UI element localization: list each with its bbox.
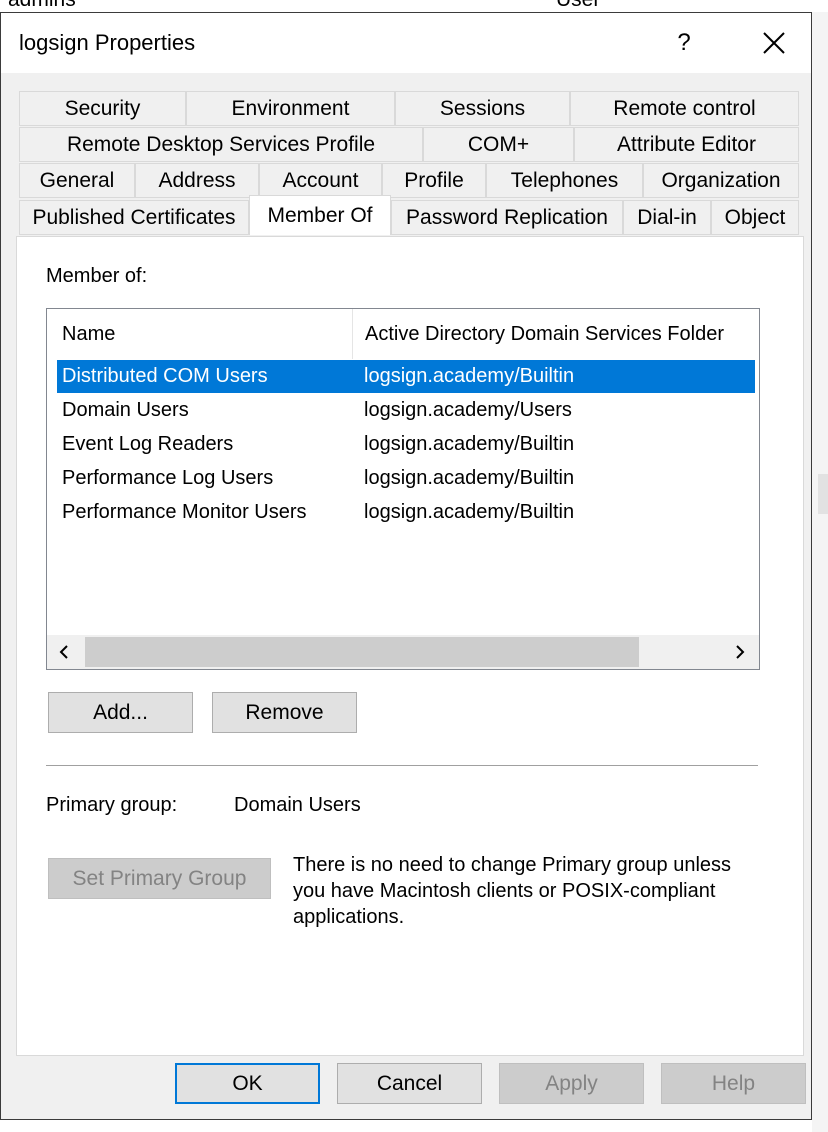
tab-remote-desktop-services-profile[interactable]: Remote Desktop Services Profile <box>19 127 423 162</box>
help-title-button[interactable]: ? <box>651 13 717 73</box>
tab-account[interactable]: Account <box>259 163 382 198</box>
cancel-button[interactable]: Cancel <box>337 1063 482 1104</box>
group-name: Performance Monitor Users <box>62 501 307 523</box>
tab-environment[interactable]: Environment <box>186 91 395 126</box>
group-folder: logsign.academy/Builtin <box>364 433 575 455</box>
list-item[interactable]: Distributed COM Users logsign.academy/Bu… <box>57 360 755 393</box>
list-item[interactable]: Performance Log Users logsign.academy/Bu… <box>57 462 755 495</box>
background-window-edge <box>812 12 828 1132</box>
apply-button[interactable]: Apply <box>499 1063 644 1104</box>
primary-group-note: There is no need to change Primary group… <box>293 854 732 928</box>
tab-address[interactable]: Address <box>135 163 259 198</box>
member-of-list[interactable]: Name Active Directory Domain Services Fo… <box>46 308 760 670</box>
background-window-strip: admins User <box>0 0 828 12</box>
title-bar: logsign Properties ? <box>1 13 811 73</box>
horizontal-scrollbar[interactable] <box>47 635 759 669</box>
group-folder: logsign.academy/Users <box>364 399 572 421</box>
remove-button[interactable]: Remove <box>212 692 357 733</box>
list-item[interactable]: Performance Monitor Users logsign.academ… <box>57 496 755 529</box>
tab-object[interactable]: Object <box>711 200 799 235</box>
group-folder: logsign.academy/Builtin <box>364 365 575 387</box>
close-button[interactable] <box>741 13 807 73</box>
scrollbar-thumb[interactable] <box>85 637 639 667</box>
group-name: Domain Users <box>62 399 189 421</box>
column-header-name[interactable]: Name <box>62 309 352 359</box>
column-separator[interactable] <box>352 309 353 359</box>
tab-profile[interactable]: Profile <box>382 163 486 198</box>
group-name: Event Log Readers <box>62 433 234 455</box>
member-of-label: Member of: <box>46 265 148 287</box>
properties-dialog: logsign Properties ? Security Environmen… <box>0 12 812 1120</box>
chevron-right-icon <box>736 645 745 659</box>
tab-password-replication[interactable]: Password Replication <box>391 200 623 235</box>
group-folder: logsign.academy/Builtin <box>364 501 575 523</box>
dialog-title: logsign Properties <box>19 30 196 55</box>
tab-telephones[interactable]: Telephones <box>486 163 643 198</box>
background-text-left: admins <box>8 0 76 12</box>
tab-security[interactable]: Security <box>19 91 186 126</box>
tab-attribute-editor[interactable]: Attribute Editor <box>574 127 799 162</box>
tab-member-of[interactable]: Member Of <box>249 195 391 235</box>
tab-general[interactable]: General <box>19 163 135 198</box>
member-of-panel: Member of: Name Active Directory Domain … <box>16 236 804 1056</box>
primary-group-value: Domain Users <box>234 794 361 816</box>
ok-button[interactable]: OK <box>175 1063 320 1104</box>
section-divider <box>46 765 758 766</box>
tab-remote-control[interactable]: Remote control <box>570 91 799 126</box>
tab-published-certificates[interactable]: Published Certificates <box>19 200 249 235</box>
list-item[interactable]: Domain Users logsign.academy/Users <box>57 394 755 427</box>
group-folder: logsign.academy/Builtin <box>364 467 575 489</box>
tab-sessions[interactable]: Sessions <box>395 91 570 126</box>
scroll-left-button[interactable] <box>47 635 81 669</box>
group-name: Distributed COM Users <box>62 365 268 387</box>
column-header-folder[interactable]: Active Directory Domain Services Folder <box>365 309 759 359</box>
chevron-left-icon <box>59 645 68 659</box>
tab-dial-in[interactable]: Dial-in <box>623 200 711 235</box>
help-button[interactable]: Help <box>661 1063 806 1104</box>
background-text-right: User <box>556 0 600 12</box>
add-button[interactable]: Add... <box>48 692 193 733</box>
list-item[interactable]: Event Log Readers logsign.academy/Builti… <box>57 428 755 461</box>
tab-com-plus[interactable]: COM+ <box>423 127 574 162</box>
scroll-right-button[interactable] <box>723 635 757 669</box>
close-icon <box>763 32 785 54</box>
tab-organization[interactable]: Organization <box>643 163 799 198</box>
group-name: Performance Log Users <box>62 467 274 489</box>
primary-group-label: Primary group: <box>46 794 178 816</box>
set-primary-group-button[interactable]: Set Primary Group <box>48 858 271 899</box>
